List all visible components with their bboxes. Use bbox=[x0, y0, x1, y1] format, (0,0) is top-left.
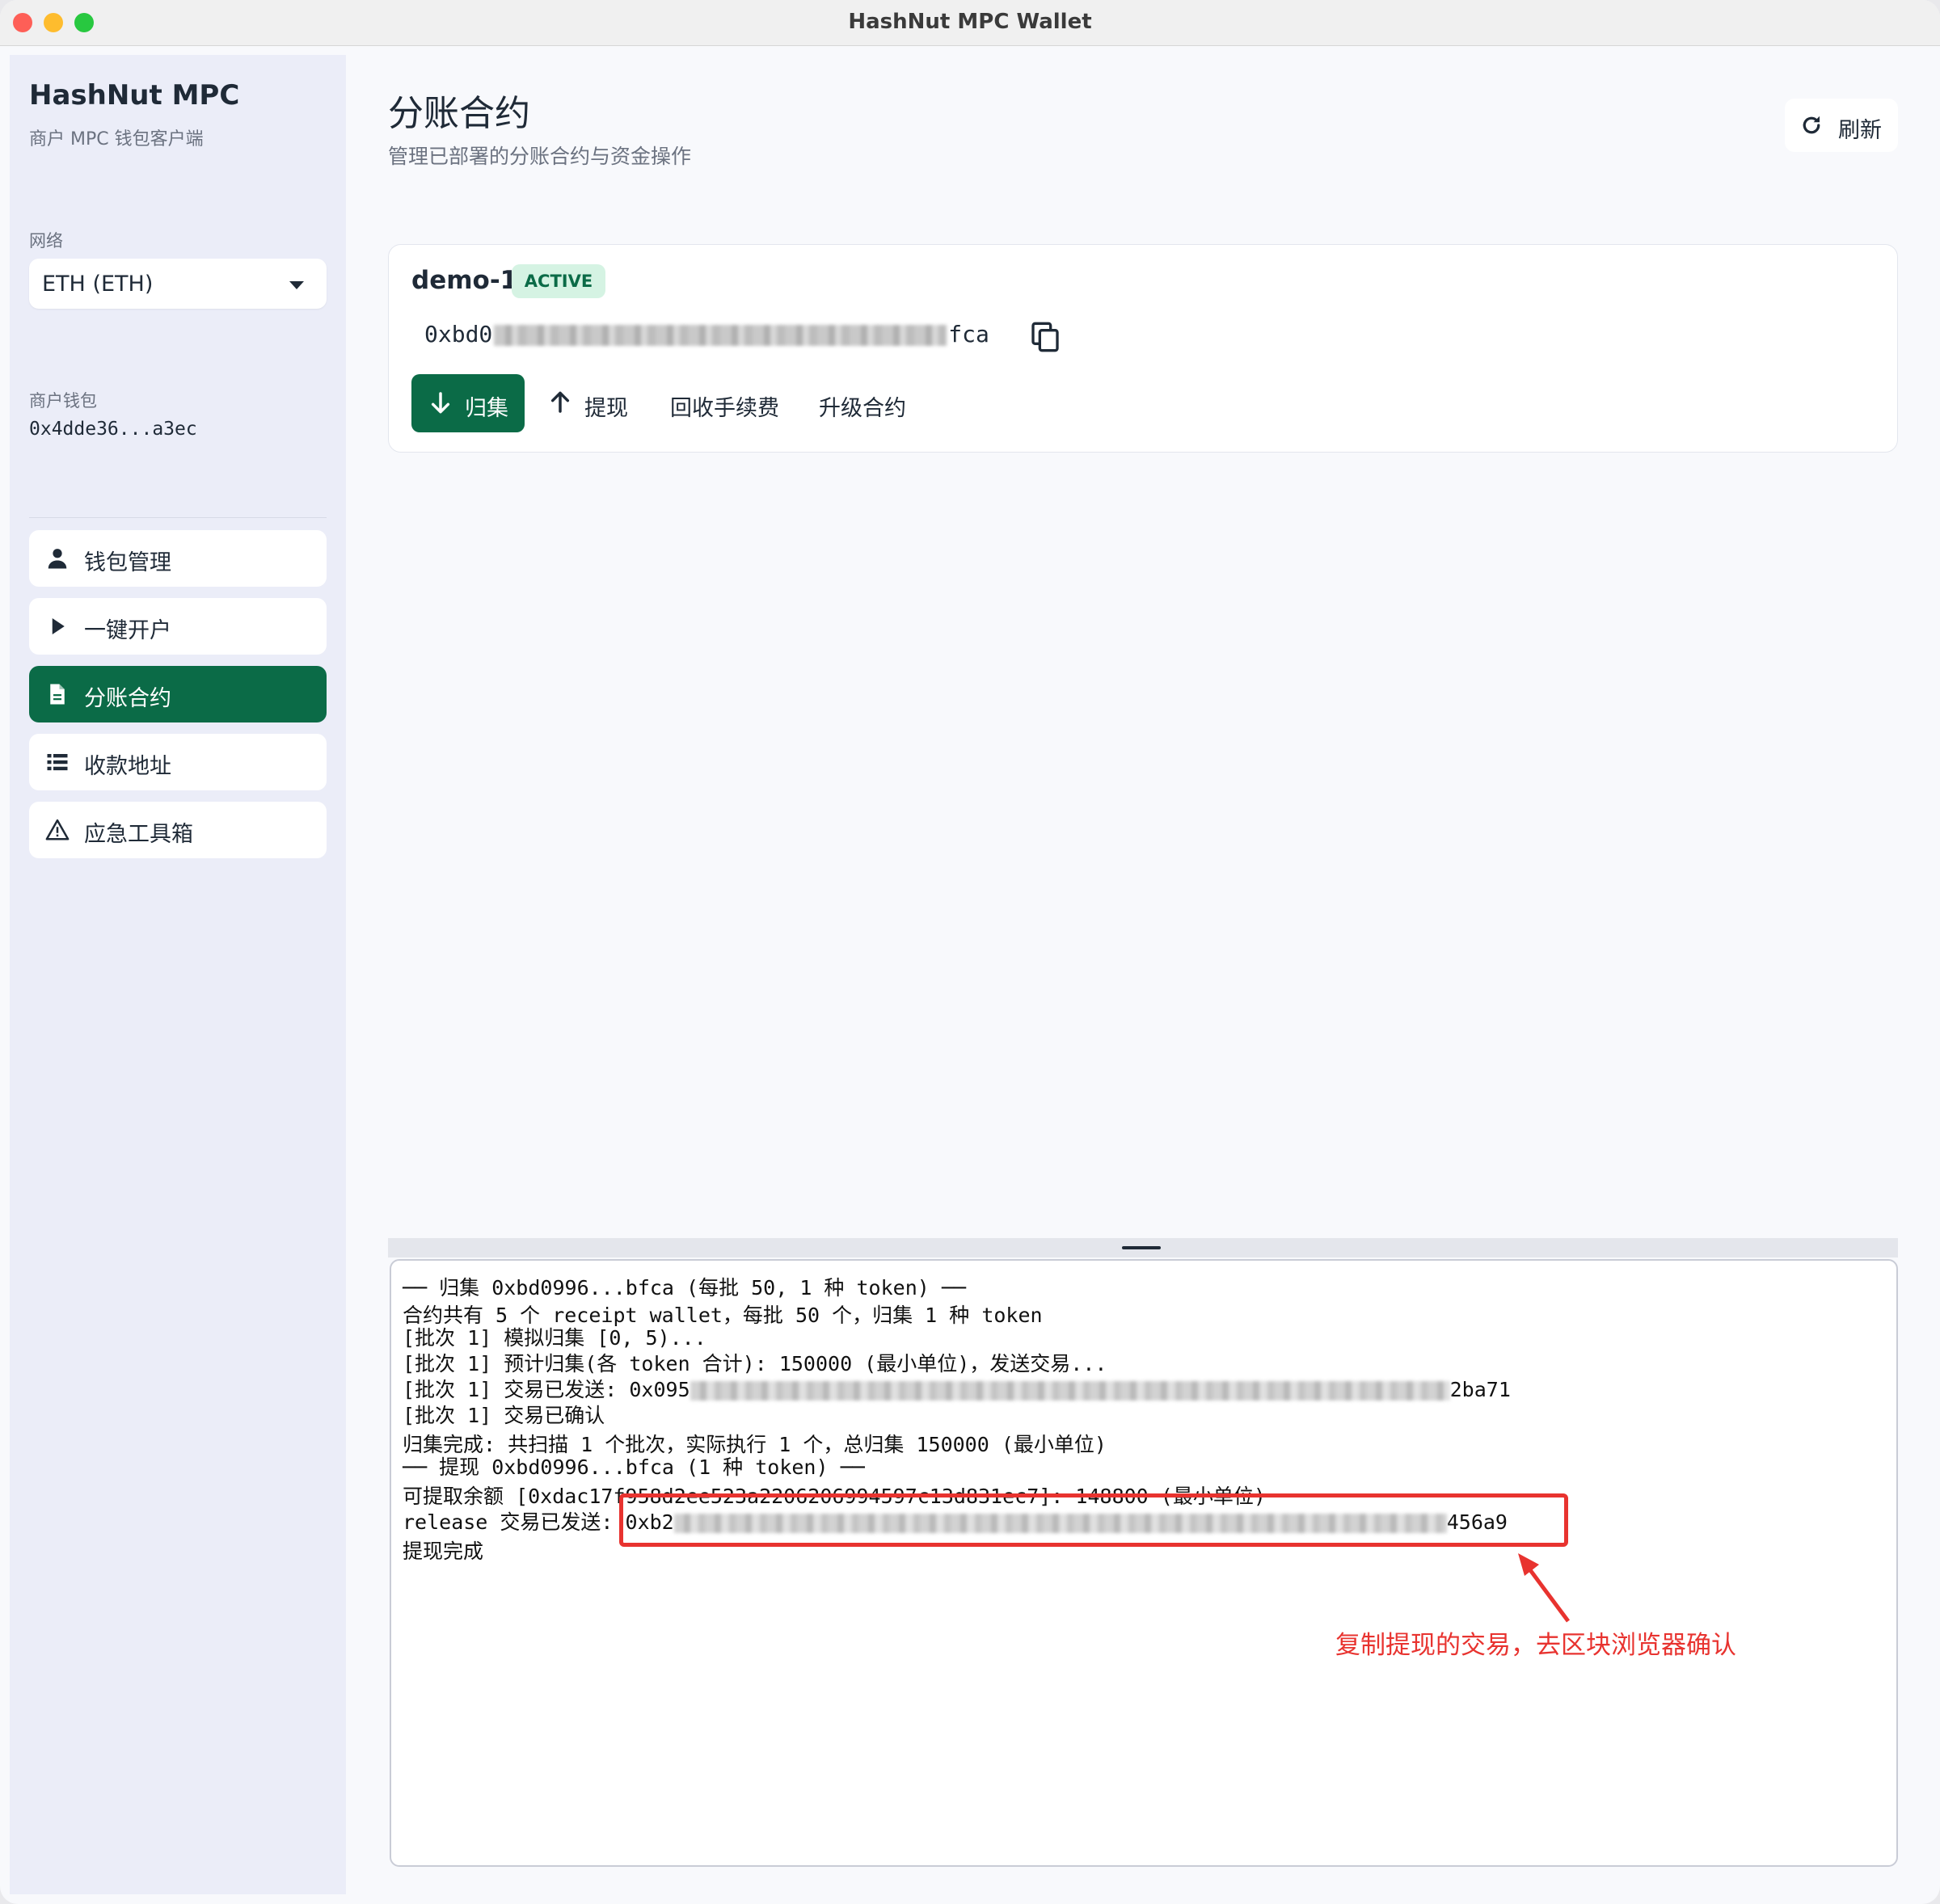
user-icon bbox=[48, 549, 67, 569]
sidebar: HashNut MPC 商户 MPC 钱包客户端 网络 ETH (ETH) 商户… bbox=[10, 55, 346, 1894]
arrow-annotation-icon bbox=[1518, 1553, 1571, 1623]
log-line: [批次 1] 模拟归集 [0, 5)... bbox=[403, 1326, 706, 1350]
list-icon bbox=[47, 754, 68, 771]
refresh-icon bbox=[1803, 116, 1820, 134]
log-line: 提现完成 bbox=[403, 1540, 484, 1563]
arrow-down-icon bbox=[431, 392, 450, 414]
merchant-wallet-label: 商户钱包 bbox=[29, 391, 97, 411]
sidebar-item-wallet-management[interactable]: 钱包管理 bbox=[29, 530, 327, 587]
network-select-value: ETH (ETH) bbox=[42, 272, 154, 297]
sidebar-item-quick-open[interactable]: 一键开户 bbox=[29, 598, 327, 655]
network-label: 网络 bbox=[29, 231, 63, 251]
log-line: ── 归集 0xbd0996...bfca (每批 50, 1 种 token)… bbox=[403, 1276, 966, 1300]
title-bar: HashNut MPC Wallet bbox=[0, 0, 1940, 46]
document-icon bbox=[50, 684, 65, 705]
panel-resize-handle[interactable] bbox=[388, 1238, 1898, 1257]
contract-address-start: 0xbd0 bbox=[424, 321, 493, 348]
log-line-end: 2ba71 bbox=[1449, 1378, 1511, 1401]
log-console: ── 归集 0xbd0996...bfca (每批 50, 1 种 token)… bbox=[390, 1259, 1898, 1867]
upgrade-contract-button[interactable]: 升级合约 bbox=[819, 390, 906, 422]
sidebar-item-label: 一键开户 bbox=[84, 618, 171, 643]
contract-card: demo-1 ACTIVE 0xbd0 fca 归集 提现 回收手续费 升级合约 bbox=[388, 244, 1898, 453]
collect-label: 归集 bbox=[465, 396, 508, 421]
redacted-hash bbox=[690, 1381, 1450, 1401]
brand-title: HashNut MPC bbox=[29, 79, 240, 112]
log-line: [批次 1] 交易已发送: 0x095 2ba71 bbox=[403, 1374, 1511, 1403]
refresh-label: 刷新 bbox=[1838, 118, 1882, 143]
redacted-address bbox=[494, 325, 947, 346]
play-icon bbox=[52, 618, 65, 634]
brand-subtitle: 商户 MPC 钱包客户端 bbox=[29, 129, 204, 150]
status-badge: ACTIVE bbox=[512, 264, 605, 298]
arrow-up-icon[interactable] bbox=[547, 389, 573, 415]
warning-icon bbox=[45, 819, 70, 840]
log-line: [批次 1] 预计归集(各 token 合计): 150000 (最小单位)，发… bbox=[403, 1352, 1107, 1375]
collect-button[interactable]: 归集 bbox=[411, 374, 525, 432]
sidebar-divider bbox=[29, 517, 327, 518]
sidebar-item-label: 应急工具箱 bbox=[84, 822, 193, 847]
app-window: HashNut MPC Wallet HashNut MPC 商户 MPC 钱包… bbox=[0, 0, 1940, 1904]
log-line-start: [批次 1] 交易已发送: 0x095 bbox=[403, 1378, 690, 1401]
highlight-box bbox=[619, 1493, 1568, 1547]
sidebar-item-split-contract[interactable]: 分账合约 bbox=[29, 666, 327, 722]
window-title: HashNut MPC Wallet bbox=[848, 10, 1092, 34]
log-line: [批次 1] 交易已确认 bbox=[403, 1404, 605, 1427]
log-line: ── 提现 0xbd0996...bfca (1 种 token) ── bbox=[403, 1455, 865, 1479]
copy-icon[interactable] bbox=[1029, 319, 1061, 355]
caret-down-icon bbox=[289, 281, 304, 289]
network-select[interactable]: ETH (ETH) bbox=[29, 259, 327, 309]
merchant-wallet-address: 0x4dde36...a3ec bbox=[29, 419, 197, 440]
sidebar-item-receive-address[interactable]: 收款地址 bbox=[29, 734, 327, 790]
sidebar-item-emergency-toolbox[interactable]: 应急工具箱 bbox=[29, 802, 327, 858]
recover-fee-button[interactable]: 回收手续费 bbox=[670, 390, 779, 422]
sidebar-item-label: 收款地址 bbox=[84, 754, 171, 779]
contract-address: 0xbd0 fca bbox=[424, 321, 989, 348]
drag-handle-icon bbox=[1122, 1246, 1161, 1249]
refresh-button[interactable]: 刷新 bbox=[1785, 99, 1898, 152]
withdraw-button[interactable]: 提现 bbox=[584, 390, 628, 422]
page-subtitle: 管理已部署的分账合约与资金操作 bbox=[388, 145, 692, 168]
contract-name: demo-1 bbox=[411, 266, 518, 295]
sidebar-item-label: 分账合约 bbox=[84, 686, 171, 711]
sidebar-item-label: 钱包管理 bbox=[84, 550, 171, 575]
annotation-text: 复制提现的交易，去区块浏览器确认 bbox=[1335, 1631, 1736, 1660]
contract-address-end: fca bbox=[948, 321, 989, 348]
page-title: 分账合约 bbox=[388, 93, 530, 134]
